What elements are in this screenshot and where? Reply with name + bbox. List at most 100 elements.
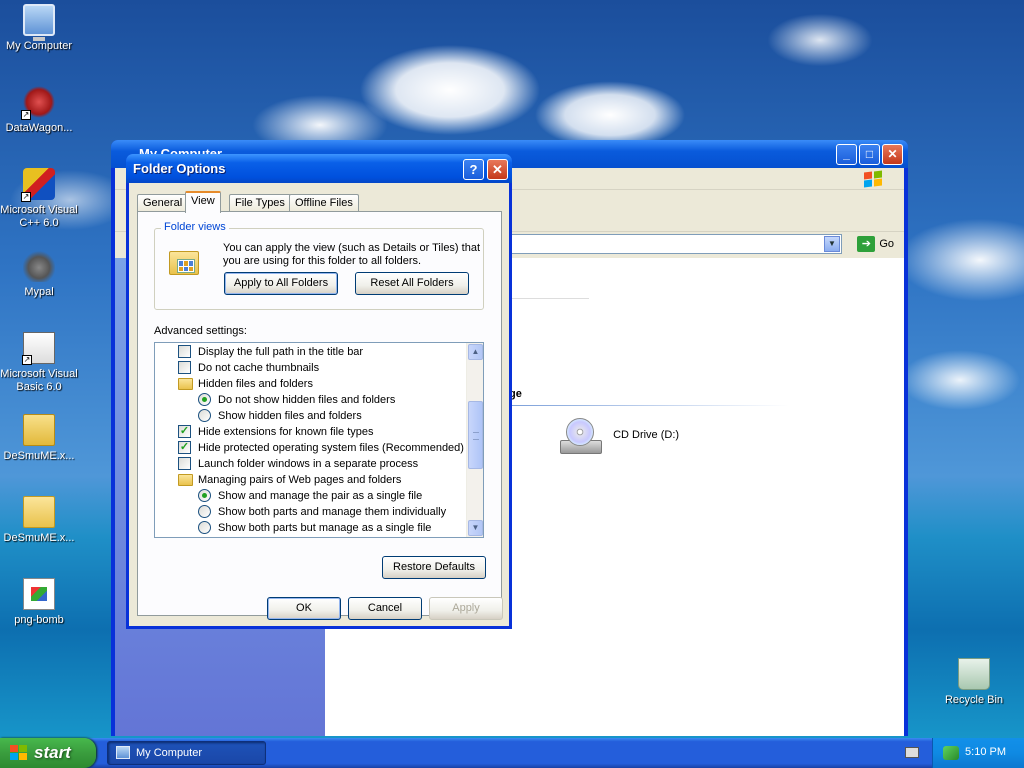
my-computer-icon: [116, 746, 130, 759]
cd-drive-item[interactable]: CD Drive (D:): [560, 418, 679, 458]
setting-checkbox-row[interactable]: Do not cache thumbnails: [155, 360, 465, 376]
chevron-down-icon[interactable]: ▼: [824, 236, 840, 252]
setting-label: Hide protected operating system files (R…: [198, 442, 464, 454]
folder-icon: [178, 378, 193, 390]
folder-options-dialog: Folder Options ? ✕ General View File Typ…: [126, 154, 512, 629]
desktop-icon[interactable]: Recycle Bin: [935, 658, 1013, 707]
desktop-icon[interactable]: Mypal: [0, 250, 78, 299]
visual-cpp-icon: ↗: [21, 168, 55, 202]
desktop-icon[interactable]: ↗ DataWagon...: [0, 86, 78, 135]
taskbar: start My Computer 5:10 PM: [0, 738, 1024, 768]
minimize-button[interactable]: _: [836, 144, 857, 165]
setting-checkbox-row[interactable]: ✓ Hide protected operating system files (…: [155, 440, 465, 456]
desktop-icon[interactable]: DeSmuME.x...: [0, 496, 78, 545]
setting-label: Show and manage the pair as a single fil…: [218, 490, 423, 502]
tab-general[interactable]: General: [137, 194, 189, 212]
setting-label: Display the full path in the title bar: [198, 346, 364, 358]
dialog-close-button[interactable]: ✕: [487, 159, 508, 180]
tab-view[interactable]: View: [185, 191, 221, 213]
setting-checkbox-row[interactable]: Launch folder windows in a separate proc…: [155, 456, 465, 472]
start-button[interactable]: start: [0, 738, 96, 768]
setting-checkbox-row[interactable]: ✓ Hide extensions for known file types: [155, 424, 465, 440]
my-computer-icon: [23, 4, 55, 41]
section-divider: [509, 405, 789, 406]
desktop-icon[interactable]: ↗ Microsoft Visual C++ 6.0: [0, 168, 78, 230]
setting-label: Managing pairs of Web pages and folders: [198, 474, 402, 486]
desktop-icon-label: png-bomb: [14, 614, 64, 626]
desktop-icon[interactable]: My Computer: [0, 4, 78, 53]
setting-radio-row[interactable]: Do not show hidden files and folders: [155, 392, 465, 408]
setting-label: Do not cache thumbnails: [198, 362, 320, 374]
setting-label: Do not show hidden files and folders: [218, 394, 396, 406]
cd-drive-label: CD Drive (D:): [613, 429, 680, 441]
setting-radio-row[interactable]: Show both parts and manage them individu…: [155, 504, 465, 520]
tab-offline-files[interactable]: Offline Files: [289, 194, 359, 212]
folder-views-group: Folder views You can apply the view (suc…: [154, 221, 484, 310]
setting-radio-row[interactable]: Show and manage the pair as a single fil…: [155, 488, 465, 504]
apply-button[interactable]: Apply: [429, 597, 503, 620]
checkbox-unchecked[interactable]: [178, 361, 191, 374]
folder-views-legend: Folder views: [161, 221, 229, 233]
radio-selected[interactable]: [198, 393, 211, 406]
desktop-icon-label: DeSmuME.x...: [3, 450, 75, 462]
folder-views-description: You can apply the view (such as Details …: [223, 242, 481, 267]
apply-to-all-folders-button[interactable]: Apply to All Folders: [224, 272, 338, 295]
folder-views-icon: [169, 247, 201, 279]
scroll-down-icon[interactable]: ▼: [468, 520, 483, 536]
checkbox-unchecked[interactable]: [178, 345, 191, 358]
setting-checkbox-row[interactable]: Display the full path in the title bar: [155, 344, 465, 360]
taskbar-item-my-computer[interactable]: My Computer: [107, 741, 266, 765]
shortcut-arrow-icon: ↗: [22, 355, 32, 365]
desktop-icon[interactable]: DeSmuME.x...: [0, 414, 78, 463]
checkbox-checked[interactable]: ✓: [178, 425, 191, 438]
mypal-icon: [23, 250, 55, 282]
desktop-icon-label: Microsoft Visual C++ 6.0: [0, 204, 78, 229]
setting-label: Show both parts and manage them individu…: [218, 506, 447, 518]
shortcut-arrow-icon: ↗: [21, 192, 31, 202]
taskbar-item-label: My Computer: [136, 747, 203, 759]
setting-radio-row[interactable]: Show both parts but manage as a single f…: [155, 520, 465, 536]
desktop-icon-label: Recycle Bin: [944, 694, 1004, 706]
address-input[interactable]: ▼: [505, 234, 842, 254]
close-button[interactable]: ✕: [882, 144, 903, 165]
keyboard-icon[interactable]: [905, 747, 919, 758]
setting-label: Show hidden files and folders: [218, 410, 362, 422]
scroll-thumb[interactable]: [468, 401, 483, 469]
radio-unselected[interactable]: [198, 521, 211, 534]
reset-all-folders-button[interactable]: Reset All Folders: [355, 272, 469, 295]
start-label: start: [34, 743, 71, 762]
desktop-icon-label: Mypal: [24, 286, 54, 298]
dialog-body: General View File Types Offline Files Fo…: [129, 183, 509, 626]
cancel-button[interactable]: Cancel: [348, 597, 422, 620]
maximize-button[interactable]: □: [859, 144, 880, 165]
restore-defaults-button[interactable]: Restore Defaults: [382, 556, 486, 579]
setting-label: Show both parts but manage as a single f…: [218, 522, 432, 534]
setting-folder-row: Hidden files and folders: [155, 376, 465, 392]
cd-drive-icon: [560, 418, 602, 458]
help-button[interactable]: ?: [463, 159, 484, 180]
desktop-icon-label: DeSmuME.x...: [3, 532, 75, 544]
radio-selected[interactable]: [198, 489, 211, 502]
desktop-icon[interactable]: ↗ Microsoft Visual Basic 6.0: [0, 332, 78, 394]
vertical-scrollbar[interactable]: ▲ ▼: [466, 343, 483, 537]
scroll-up-icon[interactable]: ▲: [468, 344, 483, 360]
tab-file-types[interactable]: File Types: [229, 194, 291, 212]
setting-radio-row[interactable]: Show hidden files and folders: [155, 408, 465, 424]
desktop-icon[interactable]: png-bomb: [0, 578, 78, 627]
png-file-icon: [23, 578, 55, 610]
divider: [509, 298, 589, 299]
radio-unselected[interactable]: [198, 409, 211, 422]
network-icon[interactable]: [943, 746, 959, 760]
ok-button[interactable]: OK: [267, 597, 341, 620]
radio-unselected[interactable]: [198, 505, 211, 518]
checkbox-unchecked[interactable]: [178, 457, 191, 470]
clock[interactable]: 5:10 PM: [965, 746, 1006, 758]
dialog-title[interactable]: Folder Options: [126, 154, 512, 183]
zip-folder-icon: [23, 414, 55, 446]
setting-label: Hidden files and folders: [198, 378, 313, 390]
visual-basic-icon: ↗: [22, 332, 55, 365]
setting-folder-row: Managing pairs of Web pages and folders: [155, 472, 465, 488]
go-button[interactable]: ➔ Go: [857, 236, 894, 252]
folder-icon: [178, 474, 193, 486]
checkbox-checked[interactable]: ✓: [178, 441, 191, 454]
